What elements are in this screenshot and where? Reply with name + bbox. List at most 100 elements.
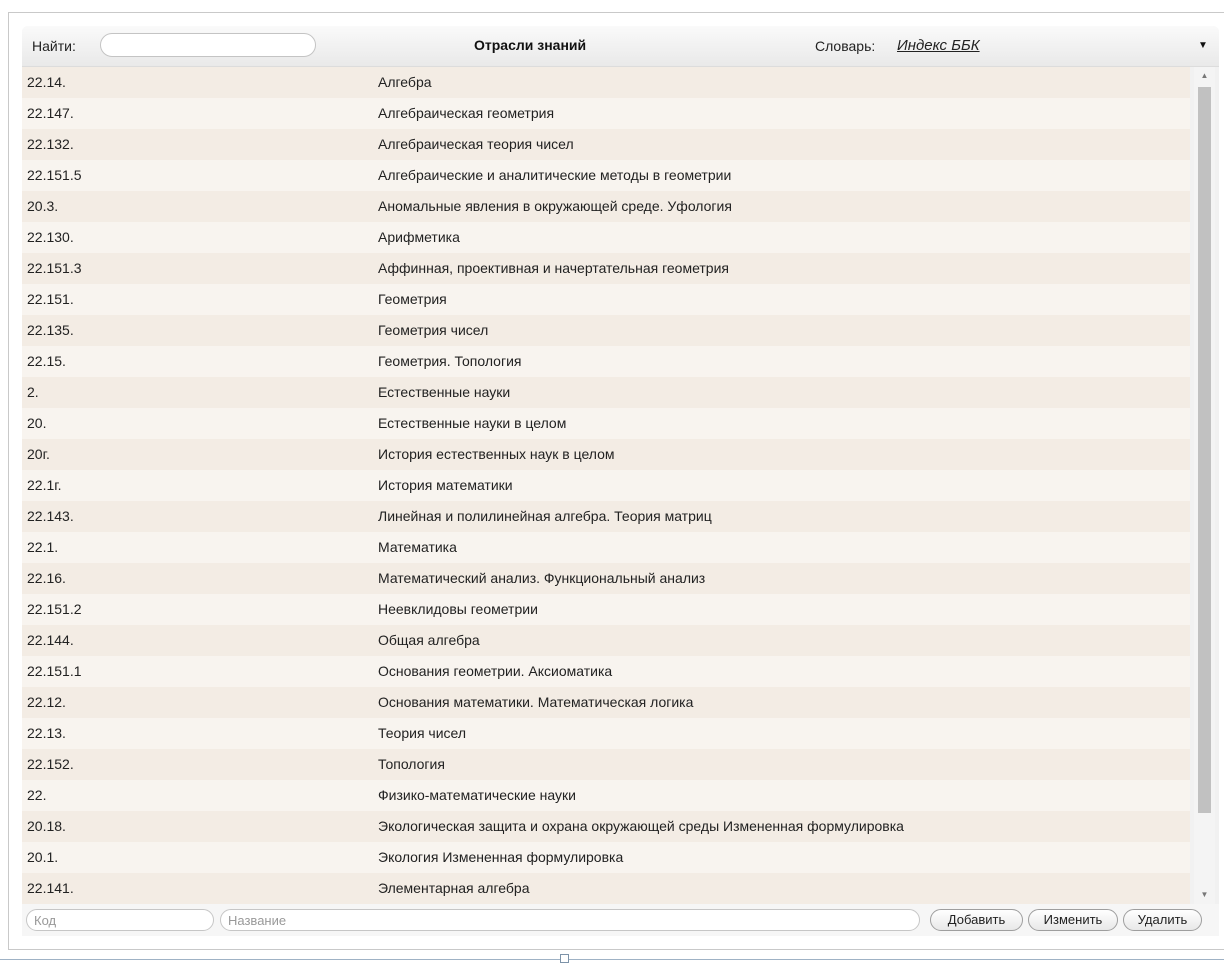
item-code: 22.151. [27,291,74,307]
list-item[interactable]: 22.135. Геометрия чисел [22,315,1190,346]
item-code: 22.12. [27,694,66,710]
item-name: Алгебраическая геометрия [378,105,555,121]
item-name: Математика [378,539,457,555]
item-code: 22.135. [27,322,74,338]
name-field[interactable] [220,909,920,931]
list-item[interactable]: 22.151.1 Основания геометрии. Аксиоматика [22,656,1190,687]
list-item[interactable]: 22.1г. История математики [22,470,1190,501]
item-code: 22.16. [27,570,66,586]
scroll-down-icon[interactable]: ▼ [1194,886,1215,904]
list-item[interactable]: 22.147. Алгебраическая геометрия [22,98,1190,129]
item-code: 20. [27,415,47,431]
code-field[interactable] [26,909,214,931]
item-code: 22.132. [27,136,74,152]
list-item[interactable]: 20г. История естественных наук в целом [22,439,1190,470]
item-name: Геометрия. Топология [378,353,522,369]
item-name: Аномальные явления в окружающей среде. У… [378,198,732,214]
knowledge-branches-panel: Найти: Отрасли знаний Словарь: Индекс ББ… [22,26,1219,936]
dictionary-label: Словарь: [815,38,876,54]
item-name: Элементарная алгебра [378,880,530,896]
list-item[interactable]: 22.141. Элементарная алгебра [22,873,1190,904]
list-item[interactable]: 22.151. Геометрия [22,284,1190,315]
item-name: Общая алгебра [378,632,480,648]
item-name: Неевклидовы геометрии [378,601,538,617]
delete-button[interactable]: Удалить [1123,909,1202,931]
item-code: 22.13. [27,725,66,741]
list-item[interactable]: 20.3. Аномальные явления в окружающей сре… [22,191,1190,222]
item-name: Алгебра [378,74,432,90]
list-item[interactable]: 20. Естественные науки в целом [22,408,1190,439]
item-name: Экологическая защита и охрана окружающей… [378,818,904,834]
item-code: 22.14. [27,74,66,90]
item-name: Геометрия [378,291,447,307]
item-code: 20.18. [27,818,66,834]
item-name: Теория чисел [378,725,467,741]
item-name: Естественные науки в целом [378,415,567,431]
item-code: 22.152. [27,756,74,772]
page-title: Отрасли знаний [474,37,587,53]
resize-divider [0,959,1224,960]
list-item[interactable]: 22.151.5 Алгебраические и аналитические м… [22,160,1190,191]
scroll-thumb[interactable] [1198,87,1211,813]
dictionary-select[interactable]: Индекс ББК [897,37,980,54]
list-item[interactable]: 22.132. Алгебраическая теория чисел [22,129,1190,160]
branches-list: 22.14. Алгебра 22.147. Алгебраическая геоме… [22,67,1190,904]
item-code: 22.130. [27,229,74,245]
list-item[interactable]: 22.1. Математика [22,532,1190,563]
item-code: 22.144. [27,632,74,648]
item-code: 22. [27,787,47,803]
list-item[interactable]: 22. Физико-математические науки [22,780,1190,811]
item-name: История математики [378,477,513,493]
list-item[interactable]: 22.152. Топология [22,749,1190,780]
vertical-scrollbar[interactable]: ▲ ▼ [1194,67,1215,904]
item-code: 22.151.1 [27,663,82,679]
list-item[interactable]: 22.151.3 Аффинная, проективная и начертат… [22,253,1190,284]
list-item[interactable]: 22.16. Математический анализ. Функциональ… [22,563,1190,594]
item-name: Естественные науки [378,384,511,400]
list-item[interactable]: 22.144. Общая алгебра [22,625,1190,656]
item-code: 22.151.2 [27,601,82,617]
find-label: Найти: [32,38,76,54]
add-button[interactable]: Добавить [930,909,1023,931]
list-item[interactable]: 2. Естественные науки [22,377,1190,408]
item-code: 22.151.3 [27,260,82,276]
list-item[interactable]: 22.143. Линейная и полилинейная алгебра. … [22,501,1190,532]
item-code: 22.1. [27,539,59,555]
item-name: Алгебраические и аналитические методы в … [378,167,732,183]
item-name: Математический анализ. Функциональный ан… [378,570,706,586]
item-code: 22.147. [27,105,74,121]
list-item[interactable]: 22.15. Геометрия. Топология [22,346,1190,377]
list-item[interactable]: 20.18. Экологическая защита и охрана окру… [22,811,1190,842]
search-input[interactable] [100,33,316,57]
item-name: Арифметика [378,229,460,245]
item-name: История естественных наук в целом [378,446,615,462]
item-code: 22.151.5 [27,167,82,183]
item-name: Основания математики. Математическая лог… [378,694,694,710]
item-code: 20.3. [27,198,59,214]
item-name: Основания геометрии. Аксиоматика [378,663,613,679]
item-name: Геометрия чисел [378,322,489,338]
item-name: Алгебраическая теория чисел [378,136,574,152]
list-item[interactable]: 22.151.2 Неевклидовы геометрии [22,594,1190,625]
item-name: Линейная и полилинейная алгебра. Теория … [378,508,712,524]
edit-footer: Добавить Изменить Удалить [22,904,1219,936]
item-code: 22.1г. [27,477,62,493]
list-item[interactable]: 20.1. Экология Измененная формулировка [22,842,1190,873]
edit-button[interactable]: Изменить [1028,909,1118,931]
triangle-down-icon[interactable]: ▼ [1198,40,1208,51]
item-code: 22.143. [27,508,74,524]
item-code: 22.141. [27,880,74,896]
item-code: 20г. [27,446,50,462]
item-code: 2. [27,384,39,400]
list-item[interactable]: 22.12. Основания математики. Математическ… [22,687,1190,718]
item-name: Аффинная, проективная и начертательная г… [378,260,729,276]
item-name: Топология [378,756,445,772]
item-code: 22.15. [27,353,66,369]
item-code: 20.1. [27,849,59,865]
item-name: Экология Измененная формулировка [378,849,624,865]
panel-header: Найти: Отрасли знаний Словарь: Индекс ББ… [22,26,1219,67]
list-item[interactable]: 22.130. Арифметика [22,222,1190,253]
scroll-up-icon[interactable]: ▲ [1194,67,1215,85]
list-item[interactable]: 22.14. Алгебра [22,67,1190,98]
list-item[interactable]: 22.13. Теория чисел [22,718,1190,749]
